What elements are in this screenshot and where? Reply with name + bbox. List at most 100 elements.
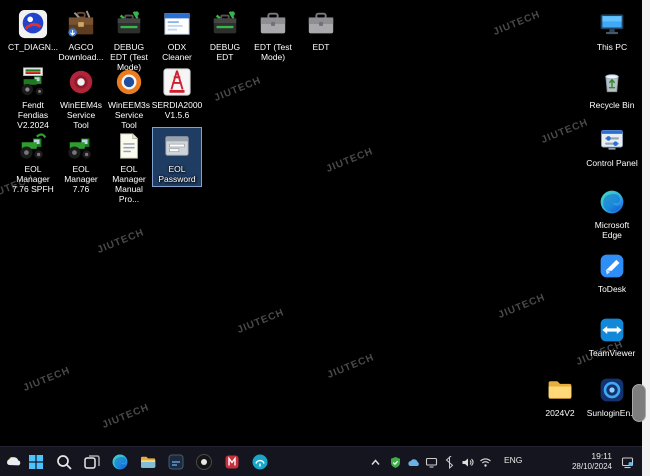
recycle-bin-icon	[596, 66, 628, 98]
desktop-icon-label: SunloginEn...	[587, 408, 638, 418]
watermark: JIUTECH	[325, 146, 375, 175]
watermark: JIUTECH	[326, 352, 376, 381]
desktop-icon-label: EDT	[313, 42, 330, 52]
watermark: JIUTECH	[497, 292, 547, 321]
green-tractor-icon	[65, 130, 97, 162]
desktop-icon-label: ToDesk	[598, 284, 626, 294]
desktop-icon-eol-password[interactable]: EOL Password	[153, 128, 201, 186]
tray-network-icon[interactable]	[478, 455, 493, 470]
gray-window-icon	[161, 130, 193, 162]
desktop-icon-label: SERDIA2000 V1.5.6	[152, 100, 203, 120]
fendt-tractor-icon	[17, 66, 49, 98]
app-window-icon	[161, 8, 193, 40]
language-indicator[interactable]: ENG	[504, 455, 522, 465]
taskbar-clock[interactable]: 19:11 28/10/2024	[536, 451, 612, 472]
clock-date: 28/10/2024	[536, 462, 612, 472]
desktop-icon-control-panel[interactable]: Control Panel	[583, 122, 641, 170]
tray-shield-icon[interactable]	[388, 455, 403, 470]
desktop-icon-fendt-fendias[interactable]: Fendt Fendias V2.2024	[9, 64, 57, 132]
taskbar-app-red[interactable]	[220, 450, 244, 474]
green-harvester-icon	[17, 130, 49, 162]
desktop-icon-debug-edt[interactable]: DEBUG EDT	[201, 6, 249, 64]
desktop-icon-label: WinEEM3s Service Tool	[106, 100, 152, 130]
desktop-icon-agco-download[interactable]: AGCO Download...	[57, 6, 105, 64]
desktop-icon-eol-manager-spfh[interactable]: EOL Manager 7.76 SPFH	[9, 128, 57, 196]
toolbox-icon	[65, 8, 97, 40]
todesk-icon	[596, 250, 628, 282]
desktop-icon-label: EOL Manager 7.76	[58, 164, 104, 194]
deutz-pylon-icon	[161, 66, 193, 98]
desktop-icon-eol-manager[interactable]: EOL Manager 7.76	[57, 128, 105, 196]
teamviewer-icon	[596, 314, 628, 346]
toolbox-tools-icon	[209, 8, 241, 40]
desktop-icon-label: EOL Manager 7.76 SPFH	[10, 164, 56, 194]
desktop-icon-label: WinEEM4s Service Tool	[58, 100, 104, 130]
red-emblem-icon	[65, 66, 97, 98]
desktop-icon-label: 2024V2	[545, 408, 574, 418]
desktop-icon-wineem3s[interactable]: WinEEM3s Service Tool	[105, 64, 153, 132]
desktop-icon-label: DEBUG EDT	[202, 42, 248, 62]
watermark: JIUTECH	[96, 227, 146, 256]
sunlogin-icon	[596, 374, 628, 406]
taskbar-app-dark[interactable]	[164, 450, 188, 474]
desktop-icon-label: CT_DIAGN...	[8, 42, 58, 52]
taskbar-app-file-explorer[interactable]	[136, 450, 160, 474]
taskbar-app-edge[interactable]	[108, 450, 132, 474]
taskbar-app-black-circle[interactable]	[192, 450, 216, 474]
toolbox-tools-icon	[113, 8, 145, 40]
tray-onedrive-icon[interactable]	[406, 455, 421, 470]
tray-speaker-icon[interactable]	[460, 455, 475, 470]
desktop-icon-recycle-bin[interactable]: Recycle Bin	[583, 64, 641, 112]
desktop-icon-label: ODX Cleaner	[154, 42, 200, 62]
watermark: JIUTECH	[22, 365, 72, 394]
task-view-button[interactable]	[80, 450, 104, 474]
search-button[interactable]	[52, 450, 76, 474]
desktop-icon-microsoft-edge[interactable]: Microsoft Edge	[583, 184, 641, 242]
ct-diagnostics-icon	[17, 8, 49, 40]
hidden-icons-chevron[interactable]	[368, 455, 383, 470]
desktop-icon-label: TeamViewer	[589, 348, 636, 358]
desktop-icon-label: EDT (Test Mode)	[250, 42, 296, 62]
watermark: JIUTECH	[101, 402, 151, 431]
tray-bluetooth-icon[interactable]	[442, 455, 457, 470]
taskbar: ENG 19:11 28/10/2024	[0, 446, 642, 476]
windows-desktop: JIUTECH JIUTECH JIUTECH JIUTECH JIUTECH …	[0, 0, 650, 476]
desktop-icon-label: Recycle Bin	[590, 100, 635, 110]
desktop-icon-ct-diagn[interactable]: CT_DIAGN...	[9, 6, 57, 54]
control-panel-icon	[596, 124, 628, 156]
briefcase-icon	[305, 8, 337, 40]
desktop-icon-label: EOL Password	[154, 164, 200, 184]
desktop-icon-teamviewer[interactable]: TeamViewer	[583, 312, 641, 360]
briefcase-icon	[257, 8, 289, 40]
widgets-button[interactable]	[2, 450, 26, 474]
start-button[interactable]	[24, 450, 48, 474]
folder-icon	[544, 374, 576, 406]
desktop-icon-label: Control Panel	[586, 158, 638, 168]
clock-time: 19:11	[536, 451, 612, 462]
edge-browser-icon	[596, 186, 628, 218]
watermark: JIUTECH	[213, 75, 263, 104]
tray-display-icon[interactable]	[424, 455, 439, 470]
watermark: JIUTECH	[236, 307, 286, 336]
desktop-icon-todesk[interactable]: ToDesk	[583, 248, 641, 296]
monitor-icon	[596, 8, 628, 40]
desktop-icon-this-pc[interactable]: This PC	[583, 6, 641, 54]
watermark: JIUTECH	[492, 9, 542, 38]
desktop-icon-label: This PC	[597, 42, 627, 52]
notification-center-icon[interactable]	[620, 455, 635, 470]
desktop-icon-label: EOL Manager Manual Pro...	[106, 164, 152, 204]
taskbar-app-teal[interactable]	[248, 450, 272, 474]
desktop-icon-edt[interactable]: EDT	[297, 6, 345, 54]
floating-handle[interactable]	[632, 384, 646, 422]
document-folder-icon	[113, 130, 145, 162]
desktop-icon-label: AGCO Download...	[58, 42, 104, 62]
orange-blue-disc-icon	[113, 66, 145, 98]
desktop-icon-label: Microsoft Edge	[584, 220, 640, 240]
desktop-icon-serdia2000[interactable]: SERDIA2000 V1.5.6	[153, 64, 201, 122]
desktop-icon-eol-manual[interactable]: EOL Manager Manual Pro...	[105, 128, 153, 206]
desktop-icon-2024v2-folder[interactable]: 2024V2	[531, 372, 589, 420]
desktop-icon-wineem4s[interactable]: WinEEM4s Service Tool	[57, 64, 105, 132]
desktop-icon-label: Fendt Fendias V2.2024	[10, 100, 56, 130]
desktop-icon-odx-cleaner[interactable]: ODX Cleaner	[153, 6, 201, 64]
desktop-icon-edt-test[interactable]: EDT (Test Mode)	[249, 6, 297, 64]
